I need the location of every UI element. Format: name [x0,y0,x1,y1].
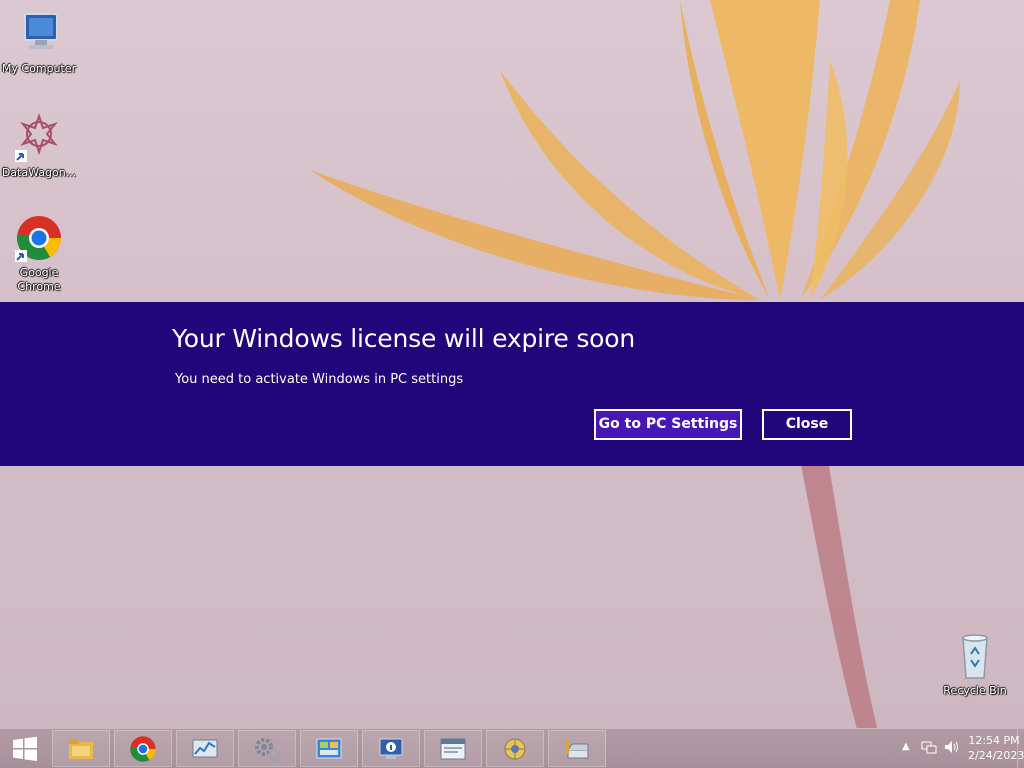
file-explorer-icon [69,738,93,759]
notification-title: Your Windows license will expire soon [172,324,635,353]
taskbar-app-scanner-tool[interactable] [548,730,606,767]
desktop-icon-label: My Computer [1,62,77,75]
desktop-icon-label: Google Chrome [17,266,61,293]
clock[interactable]: 12:54 PM 2/24/2023 [968,733,1024,763]
license-notification-banner: Your Windows license will expire soon Yo… [0,302,1024,466]
windows-logo-icon [13,736,37,761]
desktop-icon-google-chrome[interactable]: Google Chrome [0,212,78,294]
desktop-icon-datawagon[interactable]: DataWagon... [0,112,78,180]
datawagon-icon [15,112,58,162]
close-button[interactable]: Close [762,409,852,440]
scanner-tool-icon [565,739,589,758]
desktop-icon-recycle-bin[interactable]: Recycle Bin [936,630,1014,698]
taskbar-app-globe-tool[interactable] [486,730,544,767]
chrome-icon [15,216,61,262]
notification-message: You need to activate Windows in PC setti… [175,372,464,387]
taskbar-app-performance-monitor[interactable] [176,730,234,767]
performance-monitor-icon [192,739,218,757]
recycle-bin-icon [962,634,988,679]
network-icon[interactable] [921,739,937,755]
system-tray: ▲ 12:54 PM 2/24/2023 [864,729,1024,768]
desktop-icon-label: Recycle Bin [943,684,1007,697]
taskbar-app-chrome[interactable] [114,730,172,767]
clock-date: 2/24/2023 [968,749,1024,762]
chevron-up-icon[interactable]: ▲ [902,741,910,752]
taskbar-app-file-explorer[interactable] [52,730,110,767]
desktop: My Computer DataWagon... Google Chrome R… [0,0,1024,768]
desktop-icon-label: DataWagon... [1,166,77,179]
chrome-icon [130,735,156,762]
speaker-icon[interactable] [944,739,960,755]
go-to-pc-settings-button[interactable]: Go to PC Settings [594,409,742,440]
globe-tool-icon [504,738,526,759]
window-app-icon [440,738,466,759]
system-info-icon [379,738,403,759]
control-panel-icon [316,738,342,758]
taskbar-app-settings[interactable] [238,730,296,767]
taskbar-app-window[interactable] [424,730,482,767]
taskbar-app-control-panel[interactable] [300,730,358,767]
clock-time: 12:54 PM [968,734,1020,747]
desktop-icon-my-computer[interactable]: My Computer [0,8,78,76]
start-button[interactable] [0,729,50,768]
taskbar-app-system-info[interactable] [362,730,420,767]
show-desktop-button[interactable] [1017,729,1024,768]
settings-gears-icon [255,737,281,761]
taskbar: ▲ 12:54 PM 2/24/2023 [0,728,1024,768]
computer-icon [24,13,58,49]
